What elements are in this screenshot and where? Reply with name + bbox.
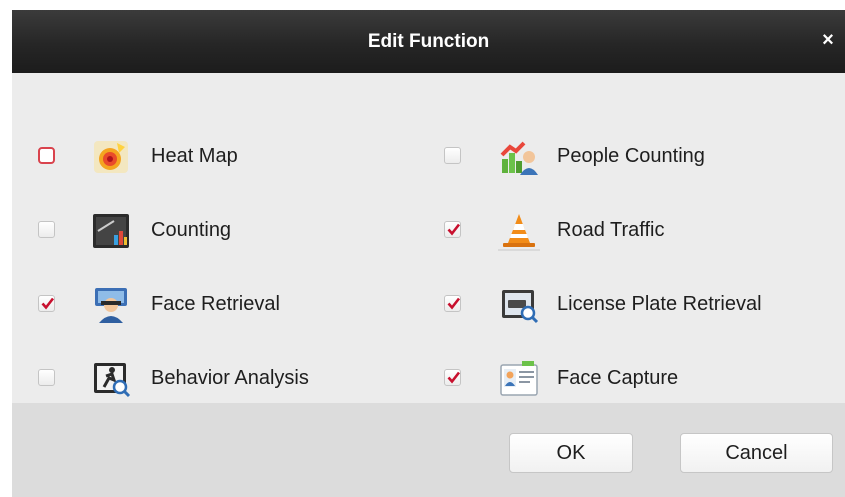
people-counting-icon <box>498 137 540 177</box>
ok-button[interactable]: OK <box>509 433 633 473</box>
checkbox-road-traffic[interactable] <box>444 221 461 238</box>
checkmark-icon <box>447 371 461 384</box>
heat-map-icon <box>90 137 132 177</box>
function-item-road-traffic[interactable]: Road Traffic <box>444 205 824 255</box>
function-list: Heat Map People Counting Counting Road T… <box>12 73 845 403</box>
cancel-button[interactable]: Cancel <box>680 433 833 473</box>
function-item-counting[interactable]: Counting <box>38 205 338 255</box>
edit-function-dialog: Edit Function × Heat Map People Counting… <box>12 10 845 497</box>
checkbox-face-capture[interactable] <box>444 369 461 386</box>
checkbox-heat-map[interactable] <box>38 147 55 164</box>
function-label: Behavior Analysis <box>151 367 309 389</box>
function-item-people-counting[interactable]: People Counting <box>444 131 824 181</box>
function-label: Road Traffic <box>557 219 665 241</box>
dialog-title: Edit Function <box>367 31 490 52</box>
checkbox-face-retrieval[interactable] <box>38 295 55 312</box>
checkbox-people-counting[interactable] <box>444 147 461 164</box>
function-item-behavior-analysis[interactable]: Behavior Analysis <box>38 353 358 403</box>
face-retrieval-icon <box>90 285 132 325</box>
behavior-analysis-icon <box>90 359 132 399</box>
license-plate-icon <box>498 285 540 325</box>
function-label: Face Capture <box>557 367 679 389</box>
function-item-face-retrieval[interactable]: Face Retrieval <box>38 279 338 329</box>
function-label: Heat Map <box>151 145 238 167</box>
function-label: Face Retrieval <box>151 293 280 315</box>
traffic-cone-icon <box>498 211 540 251</box>
face-capture-icon <box>498 359 540 399</box>
checkbox-behavior-analysis[interactable] <box>38 369 55 386</box>
function-item-license-plate-retrieval[interactable]: License Plate Retrieval <box>444 279 824 329</box>
checkmark-icon <box>447 297 461 310</box>
checkmark-icon <box>447 223 461 236</box>
checkbox-license-plate-retrieval[interactable] <box>444 295 461 312</box>
close-icon[interactable]: × <box>817 27 839 53</box>
function-item-face-capture[interactable]: Face Capture <box>444 353 824 403</box>
checkbox-counting[interactable] <box>38 221 55 238</box>
checkmark-icon <box>41 297 55 310</box>
title-bar[interactable]: Edit Function × <box>12 10 845 73</box>
counting-icon <box>90 211 132 251</box>
function-item-heat-map[interactable]: Heat Map <box>38 131 338 181</box>
function-label: License Plate Retrieval <box>557 293 762 315</box>
function-label: Counting <box>151 219 232 241</box>
function-label: People Counting <box>557 145 705 167</box>
